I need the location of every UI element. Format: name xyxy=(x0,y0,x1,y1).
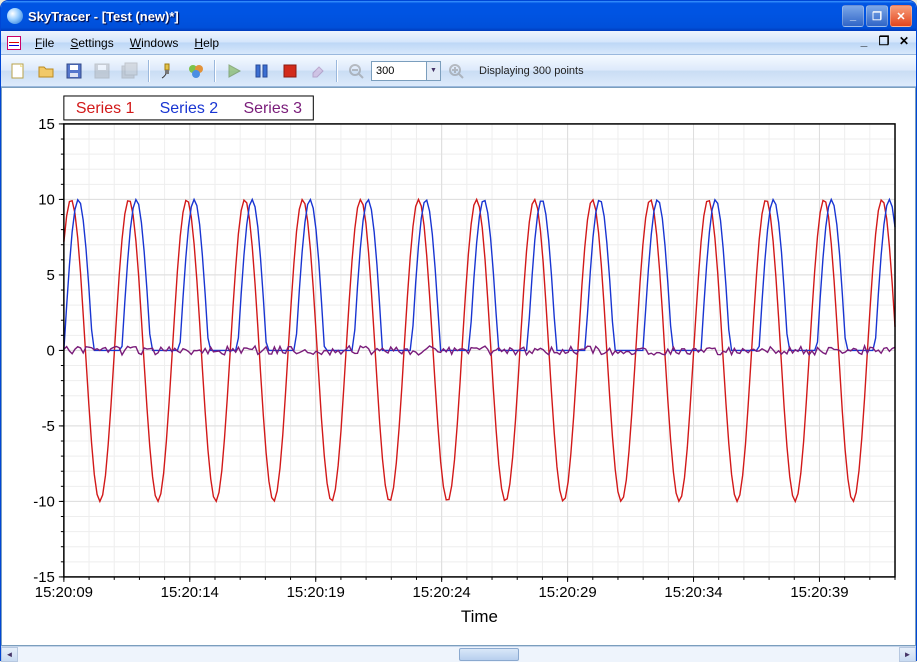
toolbar: 300 ▼ Displaying 300 points xyxy=(1,55,916,87)
svg-text:15:20:19: 15:20:19 xyxy=(287,584,345,601)
menu-bar: File Settings Windows Help _ ❐ ✕ xyxy=(1,31,916,55)
mdi-minimize-button[interactable]: _ xyxy=(856,34,872,48)
new-button[interactable] xyxy=(5,58,31,84)
mdi-child-icon[interactable] xyxy=(7,36,21,50)
maximize-button[interactable]: ❐ xyxy=(866,5,888,27)
scroll-thumb[interactable] xyxy=(459,648,519,661)
menu-settings[interactable]: Settings xyxy=(62,33,121,53)
mdi-close-button[interactable]: ✕ xyxy=(896,34,912,48)
svg-text:Time: Time xyxy=(461,607,498,626)
menu-windows-label: indows xyxy=(141,36,178,50)
pause-button[interactable] xyxy=(249,58,275,84)
toolbar-sep-1 xyxy=(148,60,150,82)
svg-text:15:20:09: 15:20:09 xyxy=(35,584,93,601)
app-icon xyxy=(7,8,23,24)
menu-windows[interactable]: Windows xyxy=(122,33,187,53)
chart[interactable]: -15-10-505101515:20:0915:20:1415:20:1915… xyxy=(2,88,915,646)
svg-text:Series 3: Series 3 xyxy=(243,100,302,117)
menu-file-label: ile xyxy=(42,36,54,50)
scroll-right-button[interactable]: ► xyxy=(899,647,916,662)
scroll-left-button[interactable]: ◄ xyxy=(1,647,18,662)
svg-text:15:20:24: 15:20:24 xyxy=(413,584,471,601)
points-input[interactable]: 300 ▼ xyxy=(371,61,441,81)
scroll-track[interactable] xyxy=(18,647,899,662)
toolbar-sep-3 xyxy=(336,60,338,82)
svg-text:Series 2: Series 2 xyxy=(160,100,219,117)
close-button[interactable]: ✕ xyxy=(890,5,912,27)
svg-text:10: 10 xyxy=(38,191,55,208)
menu-help-label: elp xyxy=(203,36,219,50)
save-button[interactable] xyxy=(61,58,87,84)
svg-text:15:20:14: 15:20:14 xyxy=(161,584,219,601)
points-dropdown-icon[interactable]: ▼ xyxy=(426,62,440,80)
svg-text:15:20:34: 15:20:34 xyxy=(664,584,722,601)
zoom-in-button[interactable] xyxy=(443,58,469,84)
mdi-restore-button[interactable]: ❐ xyxy=(876,34,892,48)
svg-text:15: 15 xyxy=(38,116,55,133)
title-bar: SkyTracer - [Test (new)*] _ ❐ ✕ xyxy=(1,1,916,31)
erase-button[interactable] xyxy=(305,58,331,84)
minimize-button[interactable]: _ xyxy=(842,5,864,27)
zoom-out-button[interactable] xyxy=(343,58,369,84)
window-title: SkyTracer - [Test (new)*] xyxy=(28,9,842,24)
svg-text:0: 0 xyxy=(47,342,55,359)
menu-settings-label: ettings xyxy=(78,36,113,50)
toolbar-sep-2 xyxy=(214,60,216,82)
svg-text:Series 1: Series 1 xyxy=(76,100,135,117)
stop-button[interactable] xyxy=(277,58,303,84)
document-area: -15-10-505101515:20:0915:20:1415:20:1915… xyxy=(1,87,916,646)
config-button[interactable] xyxy=(183,58,209,84)
svg-text:15:20:39: 15:20:39 xyxy=(790,584,848,601)
status-text: Displaying 300 points xyxy=(479,65,584,77)
svg-text:-5: -5 xyxy=(42,418,55,435)
connect-button[interactable] xyxy=(155,58,181,84)
menu-help[interactable]: Help xyxy=(186,33,227,53)
saveall-disabled-button xyxy=(117,58,143,84)
svg-text:5: 5 xyxy=(47,267,55,284)
svg-text:15:20:29: 15:20:29 xyxy=(538,584,596,601)
play-button[interactable] xyxy=(221,58,247,84)
save-disabled-button xyxy=(89,58,115,84)
horizontal-scrollbar[interactable]: ◄ ► xyxy=(1,646,916,662)
open-button[interactable] xyxy=(33,58,59,84)
menu-file[interactable]: File xyxy=(27,33,62,53)
points-value: 300 xyxy=(376,65,394,77)
svg-text:-10: -10 xyxy=(33,493,55,510)
